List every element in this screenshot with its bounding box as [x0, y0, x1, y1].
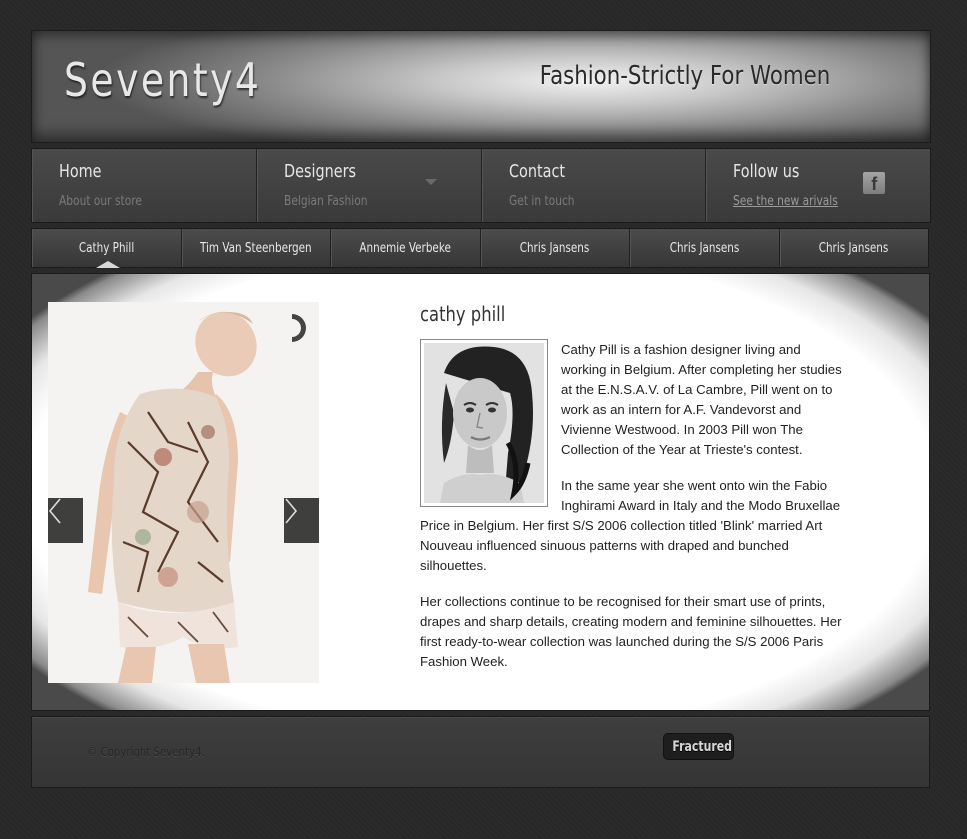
nav-item-contact[interactable]: Contact Get in touch: [481, 149, 707, 222]
chevron-right-icon: [285, 498, 298, 524]
site-logo[interactable]: Seventy4: [64, 53, 261, 107]
nav-home-title[interactable]: Home: [59, 161, 216, 182]
designer-name: cathy phill: [420, 302, 506, 326]
nav-contact-subtitle: Get in touch: [508, 194, 575, 209]
tab-label: Tim Van Steenbergen: [199, 241, 312, 256]
chevron-left-icon: [48, 498, 61, 524]
site-tagline: Fashion-Strictly For Women: [539, 61, 830, 91]
tab-chris-jansens-1[interactable]: Chris Jansens: [480, 229, 630, 267]
tab-label: Chris Jansens: [519, 241, 590, 256]
loading-spinner-icon: [288, 312, 314, 344]
nav-designers-subtitle: Belgian Fashion: [283, 194, 368, 209]
badge-label: Fractured: [672, 739, 733, 755]
designer-portrait: [420, 339, 548, 507]
tab-tim-van-steenbergen[interactable]: Tim Van Steenbergen: [181, 229, 331, 267]
main-nav: Home About our store Designers Belgian F…: [31, 148, 931, 223]
image-slider: [48, 302, 319, 683]
nav-contact-title[interactable]: Contact: [509, 161, 666, 182]
designer-tabs: Cathy Phill Tim Van Steenbergen Annemie …: [31, 228, 929, 268]
chevron-down-icon[interactable]: [424, 179, 437, 185]
content-panel: cathy phill Cathy Pill is a fashion desi…: [31, 273, 930, 711]
nav-designers-title[interactable]: Designers: [284, 161, 441, 182]
site-header: Seventy4 Fashion-Strictly For Women: [31, 30, 931, 143]
tab-label: Annemie Verbeke: [359, 241, 451, 256]
tab-cathy-phill[interactable]: Cathy Phill: [32, 229, 182, 268]
tab-annemie-verbeke[interactable]: Annemie Verbeke: [331, 229, 481, 267]
nav-item-designers[interactable]: Designers Belgian Fashion: [256, 149, 482, 222]
nav-home-subtitle: About our store: [59, 194, 142, 209]
model-photo: [48, 302, 319, 683]
active-tab-pointer-icon: [96, 261, 120, 268]
tab-label: Chris Jansens: [818, 241, 889, 256]
nav-item-follow-us[interactable]: Follow us See the new arivals f: [706, 149, 930, 222]
facebook-icon[interactable]: f: [863, 172, 886, 194]
fractured-badge[interactable]: Fractured: [663, 733, 734, 760]
tab-label: Chris Jansens: [669, 241, 740, 256]
slider-prev-button[interactable]: [48, 498, 83, 543]
nav-item-home[interactable]: Home About our store: [32, 149, 257, 222]
bio-paragraph-3: Her collections continue to be recognise…: [420, 594, 842, 669]
tab-chris-jansens-2[interactable]: Chris Jansens: [630, 229, 780, 267]
new-arrivals-link[interactable]: See the new arivals: [733, 194, 894, 209]
copyright-text: © Copyright Seventy4.: [87, 745, 205, 759]
tab-chris-jansens-3[interactable]: Chris Jansens: [779, 229, 928, 267]
slider-next-button[interactable]: [284, 498, 319, 543]
designer-bio: cathy phill Cathy Pill is a fashion desi…: [420, 302, 845, 688]
site-footer: © Copyright Seventy4. Fractured: [31, 716, 930, 788]
